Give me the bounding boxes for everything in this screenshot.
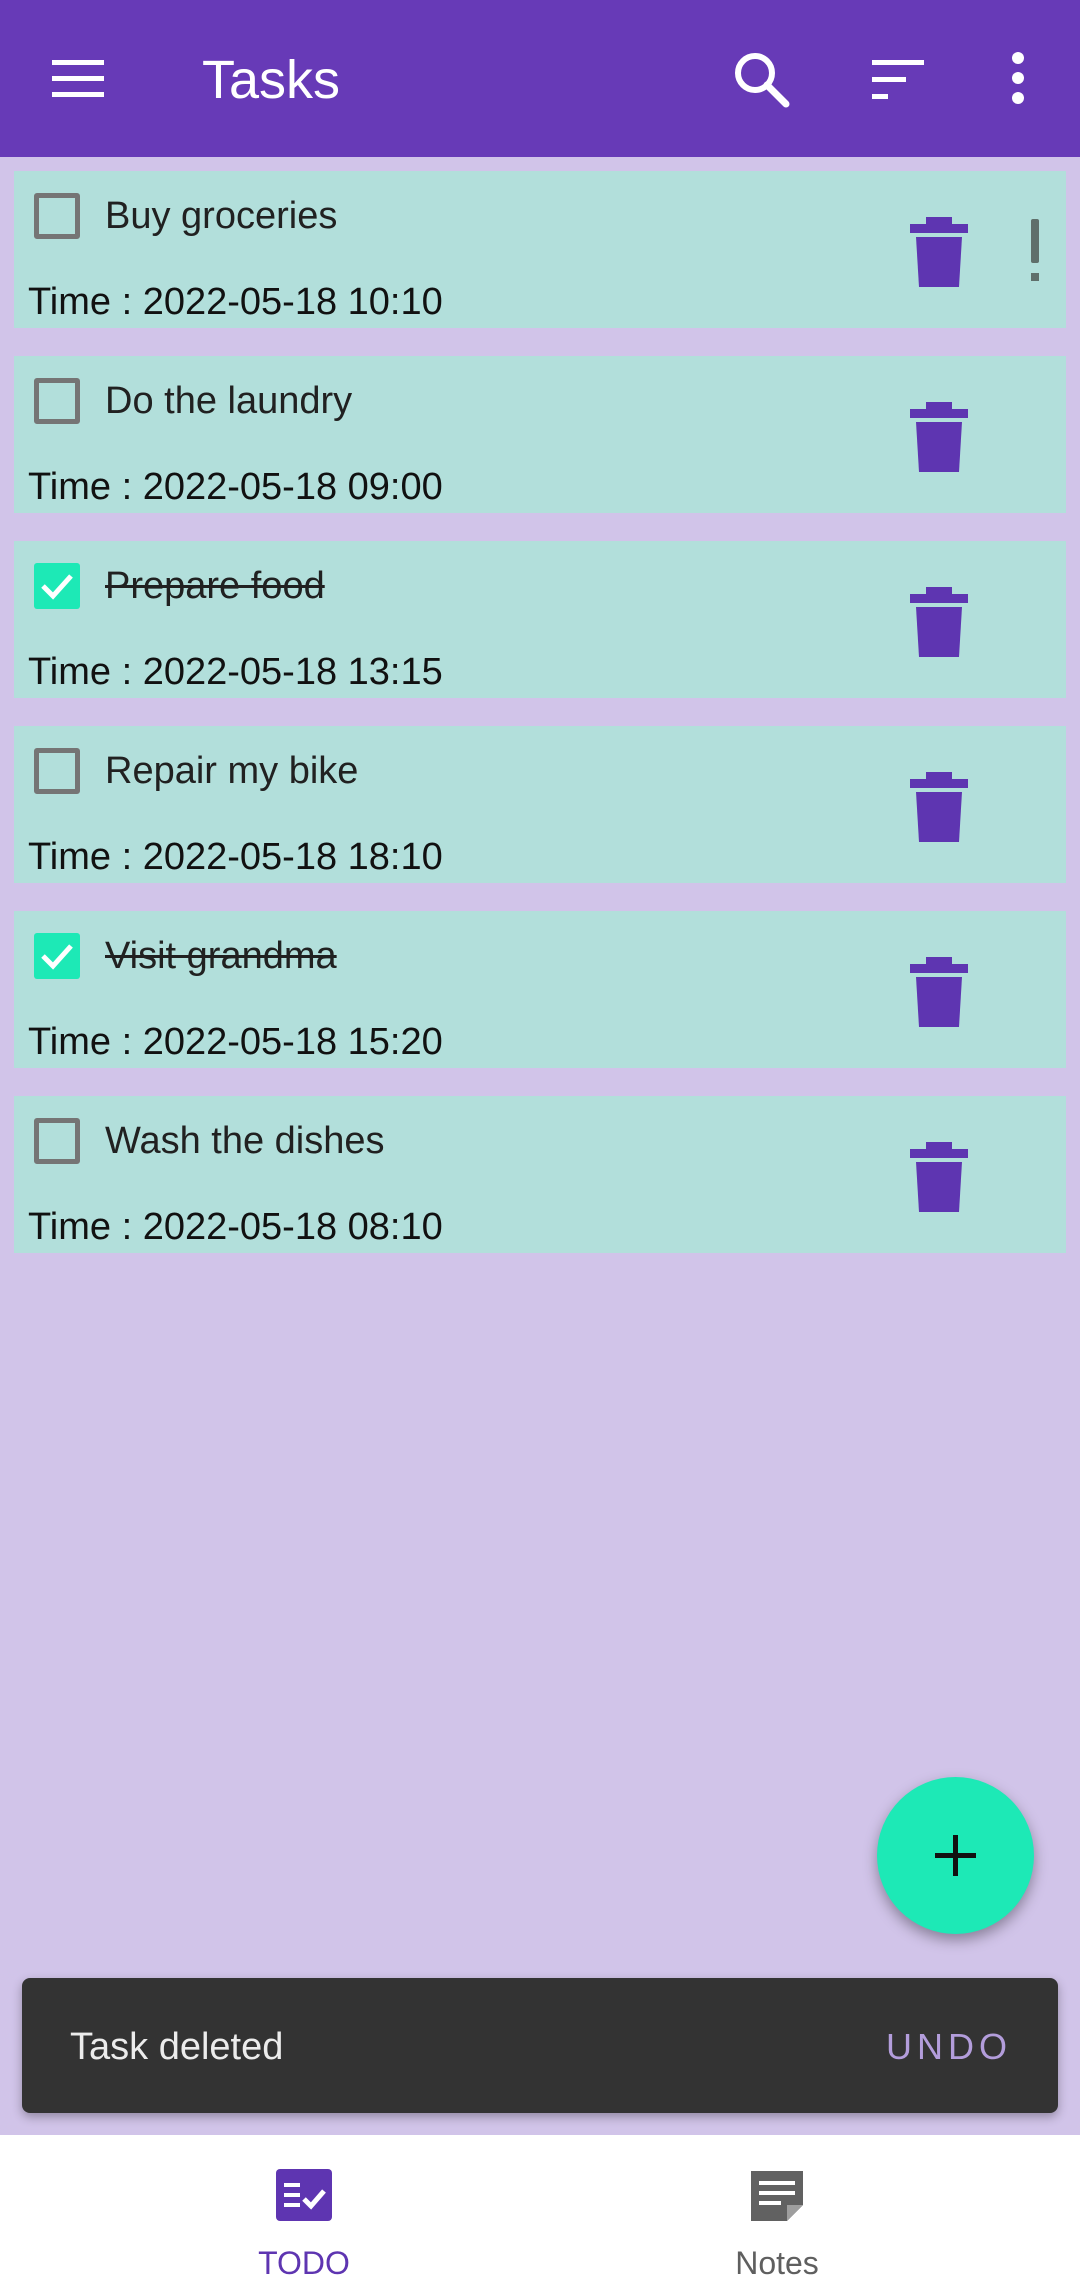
task-time: Time : 2022-05-18 09:00 (28, 466, 443, 508)
task-checkbox[interactable] (34, 933, 80, 979)
nav-item-todo[interactable]: TODO (34, 2135, 574, 2295)
page-title: Tasks (202, 50, 341, 110)
plus-icon (935, 1835, 976, 1876)
delete-icon[interactable] (904, 215, 974, 291)
task-checkbox[interactable] (34, 378, 80, 424)
task-title: Wash the dishes (105, 1120, 385, 1162)
task-time: Time : 2022-05-18 15:20 (28, 1021, 443, 1063)
task-title: Do the laundry (105, 380, 353, 422)
task-list: Buy groceries Time : 2022-05-18 10:10 Do t… (14, 171, 1066, 1281)
task-time: Time : 2022-05-18 13:15 (28, 651, 443, 693)
app-bar: Tasks (0, 0, 1080, 157)
task-checkbox[interactable] (34, 193, 80, 239)
nav-label-notes: Notes (735, 2245, 819, 2281)
task-item[interactable]: Prepare food Time : 2022-05-18 13:15 (14, 541, 1066, 698)
delete-icon[interactable] (904, 1140, 974, 1216)
nav-item-notes[interactable]: Notes (507, 2135, 1047, 2295)
todo-checklist-icon (274, 2167, 334, 2227)
task-title: Prepare food (105, 565, 325, 607)
more-vert-icon[interactable] (978, 40, 1058, 120)
nav-label-todo: TODO (258, 2245, 350, 2281)
task-item[interactable]: Visit grandma Time : 2022-05-18 15:20 (14, 911, 1066, 1068)
menu-icon[interactable] (50, 58, 106, 98)
task-time: Time : 2022-05-18 08:10 (28, 1206, 443, 1248)
snackbar: Task deleted UNDO (22, 1978, 1058, 2113)
note-icon (747, 2167, 807, 2227)
task-item[interactable]: Repair my bike Time : 2022-05-18 18:10 (14, 726, 1066, 883)
delete-icon[interactable] (904, 770, 974, 846)
delete-icon[interactable] (904, 400, 974, 476)
task-item[interactable]: Do the laundry Time : 2022-05-18 09:00 (14, 356, 1066, 513)
undo-button[interactable]: UNDO (886, 2024, 1012, 2070)
task-time: Time : 2022-05-18 18:10 (28, 836, 443, 878)
task-checkbox[interactable] (34, 748, 80, 794)
task-time: Time : 2022-05-18 10:10 (28, 281, 443, 323)
task-item[interactable]: Wash the dishes Time : 2022-05-18 08:10 (14, 1096, 1066, 1253)
delete-icon[interactable] (904, 585, 974, 661)
task-checkbox[interactable] (34, 563, 80, 609)
snackbar-message: Task deleted (70, 2026, 284, 2068)
add-task-button[interactable] (877, 1777, 1034, 1934)
search-icon[interactable] (722, 40, 802, 120)
delete-icon[interactable] (904, 955, 974, 1031)
priority-icon (1024, 217, 1046, 285)
task-title: Visit grandma (105, 935, 337, 977)
task-title: Repair my bike (105, 750, 359, 792)
sort-icon[interactable] (858, 40, 938, 120)
task-title: Buy groceries (105, 195, 338, 237)
task-checkbox[interactable] (34, 1118, 80, 1164)
bottom-navigation: TODO Notes (0, 2135, 1080, 2295)
task-item[interactable]: Buy groceries Time : 2022-05-18 10:10 (14, 171, 1066, 328)
